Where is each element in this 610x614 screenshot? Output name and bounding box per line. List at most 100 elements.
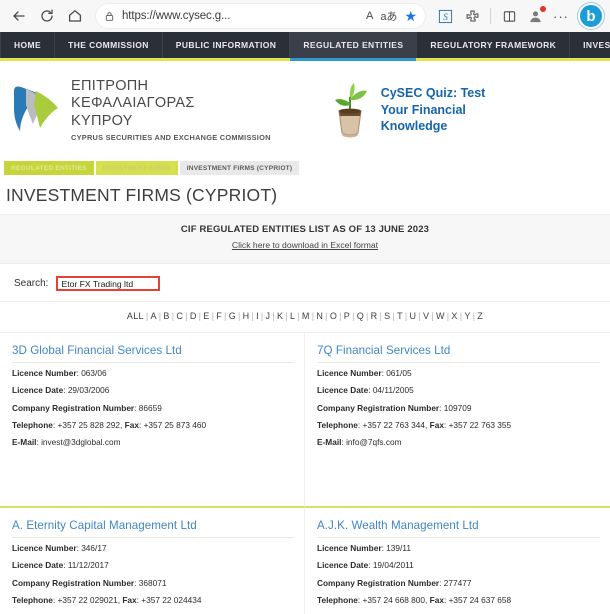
alphabet-item-l[interactable]: L bbox=[290, 311, 295, 321]
alphabet-item-j[interactable]: J bbox=[266, 311, 271, 321]
alphabet-separator: | bbox=[224, 311, 227, 321]
translate-icon[interactable]: aあ bbox=[380, 8, 397, 24]
favorite-icon[interactable]: ★ bbox=[404, 8, 417, 25]
label-fax: Fax bbox=[124, 419, 139, 430]
alphabet-separator: | bbox=[198, 311, 202, 321]
entity-email: E-Mail: info@7qfs.com bbox=[317, 437, 402, 448]
entity-name[interactable]: A. Eternity Capital Management Ltd bbox=[12, 519, 294, 538]
value-company-registration-number: 277477 bbox=[443, 577, 472, 588]
alphabet-item-i[interactable]: I bbox=[256, 311, 259, 321]
label-licence-number: Licence Number bbox=[12, 368, 77, 378]
extensions-puzzle-icon[interactable] bbox=[460, 4, 484, 28]
alphabet-separator: | bbox=[339, 311, 342, 321]
nav-item-regulatory-framework[interactable]: REGULATORY FRAMEWORK bbox=[417, 32, 571, 58]
entity-company-registration-number: Company Registration Number: 277477 bbox=[317, 577, 472, 588]
alphabet-item-r[interactable]: R bbox=[371, 311, 378, 321]
entity-card: 3D Global Financial Services Ltd Licence… bbox=[0, 333, 305, 508]
alphabet-item-u[interactable]: U bbox=[410, 311, 417, 321]
alphabet-item-t[interactable]: T bbox=[397, 311, 403, 321]
alphabet-separator: | bbox=[379, 311, 383, 321]
quiz-line-3: Knowledge bbox=[380, 119, 448, 134]
alphabet-item-m[interactable]: M bbox=[302, 311, 310, 321]
refresh-button[interactable] bbox=[34, 3, 60, 29]
entity-licence-number: Licence Number: 061/05 bbox=[317, 368, 412, 378]
alphabet-item-b[interactable]: B bbox=[163, 311, 169, 321]
nav-item-investor-protection[interactable]: INVESTOR PROTECTION bbox=[570, 32, 610, 58]
read-aloud-icon[interactable]: A bbox=[366, 10, 373, 22]
alphabet-item-k[interactable]: K bbox=[277, 311, 283, 321]
alphabet-item-o[interactable]: O bbox=[330, 311, 337, 321]
alphabet-item-s[interactable]: S bbox=[384, 311, 390, 321]
label-licence-date: Licence Date bbox=[317, 385, 369, 396]
alphabet-item-z[interactable]: Z bbox=[477, 311, 483, 321]
alphabet-item-w[interactable]: W bbox=[436, 311, 445, 321]
alphabet-item-n[interactable]: N bbox=[316, 311, 323, 321]
extension-s-icon[interactable]: S bbox=[433, 4, 457, 28]
copilot-button[interactable]: b bbox=[578, 3, 604, 29]
alphabet-separator: | bbox=[211, 311, 215, 321]
value-telephone: +357 25 828 292 bbox=[57, 419, 121, 430]
home-button[interactable] bbox=[62, 3, 88, 29]
cysec-quiz-banner[interactable]: CySEC Quiz: Test Your Financial Knowledg… bbox=[329, 81, 485, 139]
entity-name[interactable]: A.J.K. Wealth Management Ltd bbox=[317, 519, 600, 538]
nav-item-regulated-entities[interactable]: REGULATED ENTITIES bbox=[290, 32, 418, 61]
more-options-button[interactable]: ··· bbox=[549, 4, 573, 28]
profile-button[interactable] bbox=[524, 5, 546, 27]
entity-telephone-fax: Telephone: +357 24 668 800, Fax: +357 24… bbox=[317, 594, 512, 605]
alphabet-separator: | bbox=[366, 311, 369, 321]
entity-licence-number: Licence Number: 139/11 bbox=[317, 543, 411, 553]
cysec-logo-text: ΕΠΙΤΡΟΠΗ ΚΕΦΑΛΑΙΑΓΟΡΑΣ ΚΥΠΡΟΥ CYPRUS SEC… bbox=[71, 78, 271, 142]
alphabet-item-e[interactable]: E bbox=[203, 311, 209, 321]
alphabet-item-v[interactable]: V bbox=[423, 311, 429, 321]
breadcrumb-item-investment-firms[interactable]: INVESTMENT FIRMS bbox=[95, 161, 178, 175]
search-input[interactable] bbox=[56, 276, 161, 291]
label-licence-number: Licence Number bbox=[12, 543, 77, 553]
download-excel-link[interactable]: Click here to download in Excel format bbox=[232, 240, 378, 250]
site-navigation: HOME THE COMMISSION PUBLIC INFORMATION R… bbox=[0, 32, 610, 61]
entity-name[interactable]: 3D Global Financial Services Ltd bbox=[12, 344, 294, 363]
alphabet-item-all[interactable]: ALL bbox=[127, 311, 144, 321]
alphabet-separator: | bbox=[472, 311, 476, 321]
alphabet-separator: | bbox=[446, 311, 450, 321]
alphabet-separator: | bbox=[171, 311, 175, 321]
breadcrumb-item-investment-firms-cypriot[interactable]: INVESTMENT FIRMS (CYPRIOT) bbox=[179, 161, 300, 175]
alphabet-item-c[interactable]: C bbox=[176, 311, 183, 321]
value-licence-date: 19/04/2011 bbox=[372, 560, 414, 571]
alphabet-separator: | bbox=[145, 311, 149, 321]
value-licence-number: 061/05 bbox=[386, 368, 412, 378]
alphabet-item-h[interactable]: H bbox=[243, 311, 250, 321]
address-bar[interactable]: https://www.cysec.g... A aあ ★ bbox=[96, 4, 425, 28]
entity-email: E-Mail: invest@3dglobal.com bbox=[12, 437, 121, 448]
alphabet-item-x[interactable]: X bbox=[451, 311, 457, 321]
breadcrumb-item-regulated-entities[interactable]: REGULATED ENTITIES bbox=[4, 161, 94, 175]
label-company-registration-number: Company Registration Number bbox=[12, 402, 135, 413]
alphabet-item-g[interactable]: G bbox=[229, 311, 236, 321]
cysec-logo[interactable]: ΕΠΙΤΡΟΠΗ ΚΕΦΑΛΑΙΑΓΟΡΑΣ ΚΥΠΡΟΥ CYPRUS SEC… bbox=[10, 78, 271, 142]
label-licence-date: Licence Date bbox=[317, 560, 369, 571]
svg-text:S: S bbox=[443, 12, 448, 22]
label-licence-number: Licence Number bbox=[317, 368, 382, 378]
alphabet-item-a[interactable]: A bbox=[150, 311, 156, 321]
value-company-registration-number: 86659 bbox=[138, 402, 162, 413]
entity-company-registration-number: Company Registration Number: 86659 bbox=[12, 402, 162, 413]
value-fax: +357 22 763 355 bbox=[448, 419, 512, 430]
value-email[interactable]: info@7qfs.com bbox=[346, 437, 401, 447]
alphabet-item-q[interactable]: Q bbox=[357, 311, 364, 321]
alphabet-separator: | bbox=[404, 311, 408, 321]
value-email[interactable]: invest@3dglobal.com bbox=[41, 437, 120, 447]
alphabet-item-d[interactable]: D bbox=[190, 311, 197, 321]
alphabet-item-p[interactable]: P bbox=[344, 311, 350, 321]
back-button[interactable] bbox=[6, 3, 32, 29]
alphabet-item-f[interactable]: F bbox=[216, 311, 222, 321]
alphabet-filter: ALL | A | B | C | D | E | F | G | H | I | J | K | L | M | N | O | P | Q | R |… bbox=[0, 302, 610, 332]
value-licence-number: 139/11 bbox=[386, 543, 411, 553]
alphabet-item-y[interactable]: Y bbox=[464, 311, 470, 321]
split-screen-icon[interactable] bbox=[497, 4, 521, 28]
entity-name[interactable]: 7Q Financial Services Ltd bbox=[317, 344, 600, 363]
nav-item-home[interactable]: HOME bbox=[0, 32, 56, 58]
alphabet-separator: | bbox=[260, 311, 264, 321]
alphabet-separator: | bbox=[325, 311, 328, 321]
nav-item-public-information[interactable]: PUBLIC INFORMATION bbox=[163, 32, 291, 58]
alphabet-separator: | bbox=[297, 311, 300, 321]
nav-item-the-commission[interactable]: THE COMMISSION bbox=[55, 32, 163, 58]
